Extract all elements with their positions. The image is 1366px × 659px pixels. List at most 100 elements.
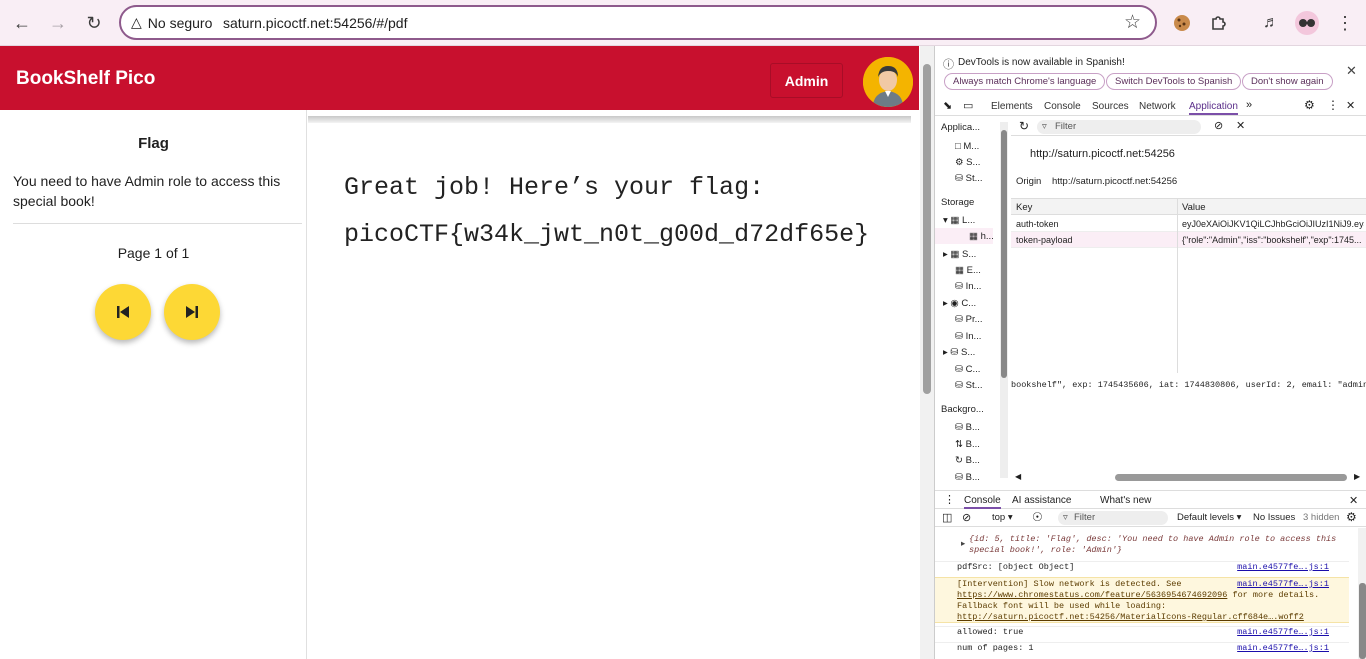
tree-item-local-storage[interactable]: ▾ ▦ L... — [935, 212, 1001, 228]
tree-scrollbar-thumb[interactable] — [1001, 130, 1007, 378]
console-toolbar: ◫ ⊘ top ▾ ☉ ▿ Filter Default levels ▾ No… — [935, 509, 1366, 527]
key-column-header[interactable]: Key — [1016, 202, 1032, 213]
url-text[interactable]: saturn.picoctf.net:54256/#/pdf — [223, 15, 407, 31]
tree-scrollbar[interactable] — [1000, 122, 1008, 478]
tree-item-cookies[interactable]: ▸ ◉ C... — [935, 295, 1001, 311]
tree-item-bfcache[interactable]: ⛁ B... — [935, 419, 1001, 435]
tab-application[interactable]: Application — [1189, 101, 1238, 115]
table-row[interactable]: auth-token eyJ0eXAiOiJKV1QiLCJhbGciOiJIU… — [1011, 216, 1366, 232]
inspect-element-icon[interactable]: ⬊ — [943, 99, 952, 112]
console-filter-input[interactable]: ▿ Filter — [1058, 511, 1168, 525]
row-value: eyJ0eXAiOiJKV1QiLCJhbGciOiJIUzI1NiJ9.eyJ… — [1182, 219, 1364, 229]
eye-icon[interactable]: ☉ — [1032, 510, 1043, 524]
refresh-icon[interactable]: ↻ — [1019, 119, 1029, 133]
drawer-tab-console[interactable]: Console — [964, 495, 1001, 509]
chromestatus-link[interactable]: https://www.chromestatus.com/feature/563… — [957, 590, 1227, 600]
issues-count[interactable]: No Issues — [1253, 512, 1295, 523]
match-language-button[interactable]: Always match Chrome's language — [944, 73, 1106, 90]
tree-item-storage-buckets[interactable]: ⛁ St... — [935, 377, 1001, 393]
dont-show-again-button[interactable]: Don't show again — [1242, 73, 1333, 90]
source-link[interactable]: main.e4577fe….js:1 — [1237, 643, 1329, 653]
horizontal-scrollbar[interactable]: ◀ ▶ — [1011, 472, 1366, 482]
devtools-menu-icon[interactable]: ⋮ — [1327, 98, 1339, 112]
tab-console[interactable]: Console — [1044, 101, 1081, 112]
tree-item-service-workers[interactable]: ⚙ S... — [935, 154, 1001, 170]
tree-item-storage-overview[interactable]: ⛁ St... — [935, 170, 1001, 186]
drawer-tab-ai-assistance[interactable]: AI assistance — [1012, 495, 1071, 506]
clear-console-icon[interactable]: ⊘ — [962, 511, 971, 524]
console-settings-gear-icon[interactable]: ⚙ — [1346, 510, 1357, 524]
tree-item-background-fetch[interactable]: ⇅ B... — [935, 436, 1001, 452]
drawer-menu-icon[interactable]: ⋮ — [944, 493, 955, 506]
tree-item-cache-storage[interactable]: ⛁ C... — [935, 361, 1001, 377]
tree-item-local-storage-origin[interactable]: ▦ h... — [935, 228, 993, 244]
first-page-button[interactable] — [95, 284, 151, 340]
user-avatar[interactable] — [863, 57, 913, 107]
tree-item-bounce-tracking[interactable]: ⛁ B... — [935, 469, 1001, 485]
bookmark-star-icon[interactable]: ☆ — [1124, 11, 1141, 34]
forward-arrow-icon[interactable]: → — [44, 9, 72, 37]
tab-sources[interactable]: Sources — [1092, 101, 1129, 112]
reload-icon[interactable]: ↻ — [80, 9, 108, 37]
console-log-line[interactable]: allowed: true main.e4577fe….js:1 — [935, 626, 1349, 641]
column-divider[interactable] — [1177, 199, 1178, 373]
source-link[interactable]: main.e4577fe….js:1 — [1237, 627, 1329, 637]
tree-item-indexeddb[interactable]: ⛁ In... — [935, 278, 1001, 294]
section-background: Backgro... — [941, 404, 984, 415]
page-scrollbar[interactable] — [920, 46, 934, 659]
source-link[interactable]: main.e4577fe….js:1 — [1237, 562, 1329, 572]
context-selector[interactable]: top ▾ — [992, 512, 1013, 523]
extensions-puzzle-icon[interactable] — [1206, 11, 1230, 35]
devtools-close-icon[interactable]: ✕ — [1346, 99, 1355, 112]
tree-item-extension-storage[interactable]: ▦ E... — [935, 262, 1001, 278]
console-log-line[interactable]: num of pages: 1 main.e4577fe….js:1 — [935, 642, 1349, 657]
media-control-icon[interactable]: ♬ — [1259, 11, 1283, 35]
last-page-button[interactable] — [164, 284, 220, 340]
scroll-left-icon[interactable]: ◀ — [1015, 472, 1021, 481]
tree-item-shared-storage[interactable]: ▸ ⛁ S... — [935, 344, 1001, 360]
grid-icon: ▦ — [950, 214, 963, 226]
not-secure-chip[interactable]: △ No seguro — [131, 14, 212, 31]
tree-item-session-storage[interactable]: ▸ ▦ S... — [935, 246, 1001, 262]
storage-filter-input[interactable]: ▿ Filter — [1037, 120, 1201, 134]
expand-triangle-icon[interactable]: ▸ — [961, 539, 965, 549]
log-levels-dropdown[interactable]: Default levels ▾ — [1177, 512, 1241, 523]
kebab-menu-icon[interactable]: ⋮ — [1333, 11, 1357, 35]
profile-avatar-icon[interactable] — [1295, 11, 1319, 35]
tab-elements[interactable]: Elements — [991, 101, 1033, 112]
tree-item-manifest[interactable]: □ M... — [935, 138, 1001, 154]
source-link[interactable]: main.e4577fe….js:1 — [1237, 579, 1329, 590]
table-row-selected[interactable]: token-payload {"role":"Admin","iss":"boo… — [1011, 232, 1366, 248]
device-toolbar-icon[interactable]: ▭ — [963, 99, 973, 112]
tree-item-private-state[interactable]: ⛁ Pr... — [935, 311, 1001, 327]
value-column-header[interactable]: Value — [1182, 202, 1364, 213]
horizontal-scrollbar-thumb[interactable] — [1115, 474, 1347, 481]
switch-spanish-button[interactable]: Switch DevTools to Spanish — [1106, 73, 1242, 90]
console-log-line[interactable]: pdfSrc: [object Object] main.e4577fe….js… — [935, 561, 1349, 576]
chevron-right-icon: ▸ — [943, 248, 951, 260]
scroll-right-icon[interactable]: ▶ — [1354, 472, 1360, 481]
admin-button[interactable]: Admin — [770, 63, 843, 98]
cookie-extension-icon[interactable] — [1170, 11, 1194, 35]
delete-selected-icon[interactable]: ✕ — [1236, 119, 1245, 132]
console-scrollbar-thumb[interactable] — [1359, 583, 1366, 659]
infobar-close-icon[interactable]: ✕ — [1346, 63, 1357, 79]
skip-next-icon — [186, 306, 198, 318]
console-scrollbar[interactable] — [1358, 528, 1366, 659]
sidebar-toggle-icon[interactable]: ◫ — [942, 511, 952, 524]
drawer-tab-whats-new[interactable]: What's new — [1100, 495, 1151, 506]
page-indicator: Page 1 of 1 — [117, 245, 190, 261]
drawer-close-icon[interactable]: ✕ — [1349, 494, 1358, 507]
settings-gear-icon[interactable]: ⚙ — [1304, 98, 1315, 112]
tree-item-background-sync[interactable]: ↻ B... — [935, 452, 1001, 468]
address-bar[interactable]: △ No seguro saturn.picoctf.net:54256/#/p… — [119, 5, 1157, 40]
console-log-object[interactable]: ▸ {id: 5, title: 'Flag', desc: 'You need… — [935, 534, 1349, 558]
clear-all-icon[interactable]: ⊘ — [1214, 119, 1223, 132]
tree-item-interest-groups[interactable]: ⛁ In... — [935, 328, 1001, 344]
back-arrow-icon[interactable]: ← — [8, 9, 36, 37]
page-scrollbar-thumb[interactable] — [923, 64, 931, 394]
font-url-link[interactable]: http://saturn.picoctf.net:54256/Material… — [957, 612, 1304, 622]
tab-network[interactable]: Network — [1139, 101, 1176, 112]
console-warning[interactable]: [Intervention] Slow network is detected.… — [935, 577, 1349, 623]
more-tabs-icon[interactable]: » — [1246, 99, 1252, 111]
